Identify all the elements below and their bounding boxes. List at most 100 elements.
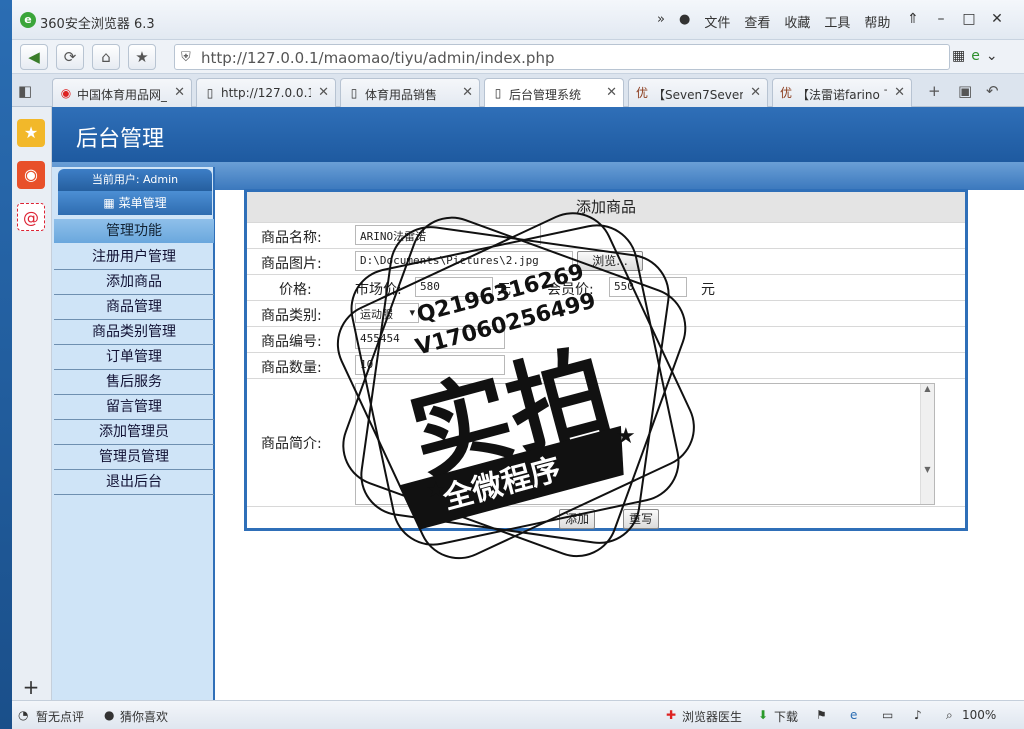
description-textarea[interactable]: ▲ ▼: [355, 383, 935, 505]
tab-4-active[interactable]: ▯ 后台管理系统 ✕: [484, 78, 624, 107]
download-icon: ⬇: [758, 708, 769, 722]
menu-help[interactable]: 帮助: [864, 12, 890, 31]
home-button[interactable]: ⌂: [92, 44, 120, 70]
member-price-input[interactable]: 550: [609, 277, 687, 297]
textarea-scrollbar[interactable]: ▲ ▼: [920, 384, 934, 504]
screen-icon[interactable]: ▭: [882, 708, 893, 722]
tab-6[interactable]: 优 【法雷诺farino 下 ✕: [772, 78, 912, 107]
youku-favicon-icon: 优: [635, 86, 648, 100]
mail-icon[interactable]: @: [17, 203, 45, 231]
current-user-badge: 当前用户: Admin: [58, 169, 212, 191]
menu-list: 注册用户管理 添加商品 商品管理 商品类别管理 订单管理 售后服务 留言管理 添…: [54, 245, 214, 495]
favorites-star-icon[interactable]: ★: [17, 119, 45, 147]
market-price-label: 市场价:: [355, 282, 402, 298]
menu-expand-icon[interactable]: »: [657, 12, 665, 31]
tab-3[interactable]: ▯ 体育用品销售 ✕: [340, 78, 480, 107]
address-bar[interactable]: ⛨ http://127.0.0.1/maomao/tiyu/admin/ind…: [174, 44, 950, 70]
category-select[interactable]: 运动服 ▾: [355, 303, 419, 323]
product-image-input[interactable]: D:\Documents\Pictures\2.jpg: [355, 251, 573, 271]
menu-item-users[interactable]: 注册用户管理: [54, 245, 214, 270]
close-window-button[interactable]: ✕: [986, 8, 1008, 30]
tab-label: 体育用品销售: [365, 88, 438, 102]
tab-2[interactable]: ▯ http://127.0.0.1/ ✕: [196, 78, 336, 107]
row-actions: 添加 重写: [247, 506, 965, 530]
tab-5[interactable]: 优 【Seven7Seven7 ✕: [628, 78, 768, 107]
menu-item-categories[interactable]: 商品类别管理: [54, 320, 214, 345]
window-controls: ⇑ – □ ✕: [902, 8, 1008, 30]
member-price-label: 会员价:: [547, 282, 594, 298]
market-price-unit: 元: [497, 282, 511, 298]
page-icon: ▯: [350, 86, 358, 100]
price-label: 价格:: [279, 282, 312, 298]
menu-item-messages[interactable]: 留言管理: [54, 395, 214, 420]
rating-icon: ◔: [18, 708, 29, 722]
tab-close-icon[interactable]: ✕: [318, 85, 329, 100]
add-sidebar-icon[interactable]: +: [17, 673, 45, 701]
volume-icon[interactable]: ♪: [914, 708, 922, 722]
qr-code-icon[interactable]: ▦: [952, 48, 965, 64]
menu-item-add-admin[interactable]: 添加管理员: [54, 420, 214, 445]
status-rating[interactable]: 暂无点评: [36, 708, 84, 725]
menu-item-add-product[interactable]: 添加商品: [54, 270, 214, 295]
menu-item-orders[interactable]: 订单管理: [54, 345, 214, 370]
product-name-input[interactable]: ARINO法雷诺: [355, 225, 541, 245]
product-code-input[interactable]: 455454: [355, 329, 505, 349]
doctor-icon: ✚: [666, 708, 677, 722]
market-price-input[interactable]: 580: [415, 277, 493, 297]
menu-header-label: 菜单管理: [118, 196, 167, 210]
tab-list-icon[interactable]: ▣: [958, 82, 972, 100]
navigation-bar: ◀ ⟳ ⌂ ★ ⛨ http://127.0.0.1/maomao/tiyu/a…: [12, 40, 1024, 74]
quantity-input[interactable]: 10: [355, 355, 505, 375]
tab-close-icon[interactable]: ✕: [750, 85, 761, 100]
favorite-star-button[interactable]: ★: [128, 44, 156, 70]
row-description: 商品简介: ▲ ▼: [247, 378, 965, 506]
tab-close-icon[interactable]: ✕: [894, 85, 905, 100]
tab-label: http://127.0.0.1/: [221, 86, 311, 100]
menu-file[interactable]: 文件: [704, 12, 730, 31]
new-tab-icon[interactable]: +: [928, 82, 941, 100]
row-product-image: 商品图片: D:\Documents\Pictures\2.jpg 浏览...: [247, 248, 965, 274]
menu-item-after-sales[interactable]: 售后服务: [54, 370, 214, 395]
menu-favorites[interactable]: 收藏: [784, 12, 810, 31]
menu-tools[interactable]: 工具: [824, 12, 850, 31]
back-button[interactable]: ◀: [20, 44, 48, 70]
tab-close-icon[interactable]: ✕: [606, 85, 617, 100]
maximize-button[interactable]: □: [958, 8, 980, 30]
page-title: 后台管理: [76, 127, 165, 152]
menu-view[interactable]: 查看: [744, 12, 770, 31]
page-icon: ▯: [494, 86, 502, 100]
tab-close-icon[interactable]: ✕: [174, 85, 185, 100]
dropdown-chevron-icon[interactable]: ⌄: [986, 48, 998, 64]
menu-item-admins[interactable]: 管理员管理: [54, 445, 214, 470]
browse-button[interactable]: 浏览...: [577, 251, 643, 271]
tab-1[interactable]: ◉ 中国体育用品网_ ✕: [52, 78, 192, 107]
menu-management-header: ▦ 菜单管理: [58, 191, 212, 215]
address-bar-tools: ▦ e ⌄: [952, 48, 998, 64]
form-title: 添加商品: [247, 192, 965, 222]
user-icon[interactable]: ●: [679, 12, 690, 31]
weibo-icon[interactable]: ◉: [17, 161, 45, 189]
ie-icon[interactable]: e: [850, 708, 857, 722]
ie-mode-icon[interactable]: e: [971, 48, 980, 64]
url-text[interactable]: http://127.0.0.1/maomao/tiyu/admin/index…: [201, 49, 554, 67]
refresh-button[interactable]: ⟳: [56, 44, 84, 70]
flag-icon[interactable]: ⚑: [816, 708, 827, 722]
status-recommend[interactable]: 猜你喜欢: [120, 708, 168, 725]
menu-item-products[interactable]: 商品管理: [54, 295, 214, 320]
row-quantity: 商品数量: 10: [247, 352, 965, 378]
browser-doctor[interactable]: 浏览器医生: [682, 708, 742, 725]
download-link[interactable]: 下载: [774, 708, 798, 725]
submit-button[interactable]: 添加: [559, 509, 595, 529]
minimize-button[interactable]: –: [930, 8, 952, 30]
category-value: 运动服: [360, 308, 393, 321]
skin-icon[interactable]: ⇑: [902, 8, 924, 30]
zoom-level[interactable]: 100%: [962, 708, 996, 722]
menu-item-logout[interactable]: 退出后台: [54, 470, 214, 495]
reset-button[interactable]: 重写: [623, 509, 659, 529]
description-label: 商品简介:: [261, 436, 322, 452]
sidebar-toggle-icon[interactable]: ◧: [18, 82, 32, 100]
undo-close-icon[interactable]: ↶: [986, 82, 999, 100]
browser-sidebar: ★ ◉ @ +: [12, 107, 52, 700]
tab-close-icon[interactable]: ✕: [462, 85, 473, 100]
youku-favicon-icon: 优: [779, 86, 792, 100]
